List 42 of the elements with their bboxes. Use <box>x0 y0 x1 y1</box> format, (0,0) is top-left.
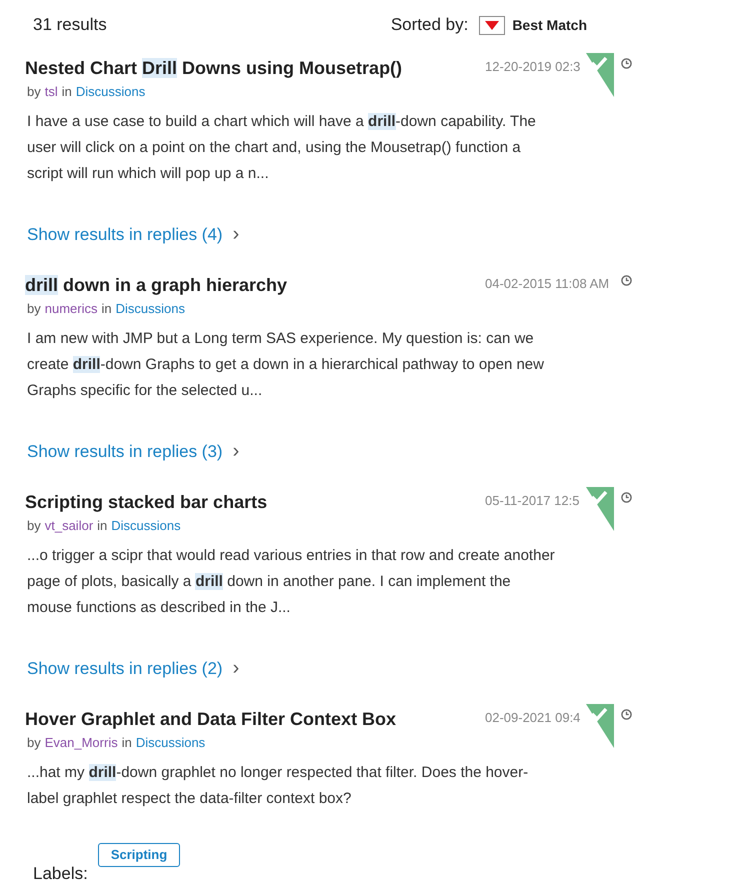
by-text: by <box>27 84 41 100</box>
replies-link[interactable]: Show results in replies (4) › <box>27 222 240 248</box>
replies-link[interactable]: Show results in replies (3) › <box>27 439 240 464</box>
results-count: 31 results <box>33 14 107 36</box>
board-link[interactable]: Discussions <box>76 84 146 100</box>
sort-dropdown[interactable] <box>479 16 506 34</box>
in-text: in <box>101 301 112 317</box>
in-text: in <box>122 735 132 751</box>
labels-label: Labels: <box>33 863 88 885</box>
author-link[interactable]: vt_sailor <box>44 518 94 534</box>
post-date: 02-09-2021 09:4 <box>485 709 580 727</box>
clock-icon <box>621 58 632 69</box>
post-date: 04-02-2015 11:08 AM <box>485 275 610 293</box>
result-snippet: I have a use case to build a chart which will have a drill-down capability. The user will click on a point on the chart and, using the Mousetrap() function a script will run which will pop up a n... <box>27 112 537 184</box>
result-snippet: ...hat my drill-down graphlet no longer respected that filter. Does the hover-label graphlet respect the data-filter context box? <box>27 763 530 809</box>
by-text: by <box>27 301 41 317</box>
author-link[interactable]: tsl <box>44 84 58 100</box>
board-link[interactable]: Discussions <box>136 735 206 751</box>
sort-label: Sorted by: <box>390 14 468 36</box>
post-date: 05-11-2017 12:5 <box>485 492 580 510</box>
caret-icon <box>485 20 500 30</box>
sort-value: Best Match <box>512 16 587 34</box>
label-tag[interactable]: Scripting <box>98 843 180 867</box>
board-link[interactable]: Discussions <box>116 301 185 317</box>
author-link[interactable]: numerics <box>44 301 98 317</box>
replies-link[interactable]: Show results in replies (2) › <box>27 656 240 682</box>
result-snippet: I am new with JMP but a Long term SAS experience. My question is: can we create drill-down Graphs to get a down in a hierarchical pathway to open new Graphs specific for the selected u... <box>27 329 545 401</box>
in-text: in <box>97 518 108 534</box>
board-link[interactable]: Discussions <box>111 518 181 534</box>
result-title[interactable]: Nested Chart Drill Downs using Mousetrap() <box>25 50 465 78</box>
by-text: by <box>27 518 41 534</box>
clock-icon <box>621 709 632 720</box>
clock-icon <box>621 492 632 503</box>
result-title[interactable]: drill down in a graph hierarchy <box>25 267 465 295</box>
clock-icon <box>621 275 632 286</box>
post-date: 12-20-2019 02:3 <box>485 58 580 76</box>
in-text: in <box>62 84 72 100</box>
author-link[interactable]: Evan_Morris <box>44 735 118 751</box>
by-text: by <box>27 735 41 751</box>
result-title[interactable]: Hover Graphlet and Data Filter Context Box <box>25 701 465 729</box>
result-snippet: ...o trigger a scipr that would read various entries in that row and create another page of plots, basically a drill down in another pane. I can implement the mouse functions as described in the J... <box>27 546 556 618</box>
result-title[interactable]: Scripting stacked bar charts <box>25 484 465 512</box>
